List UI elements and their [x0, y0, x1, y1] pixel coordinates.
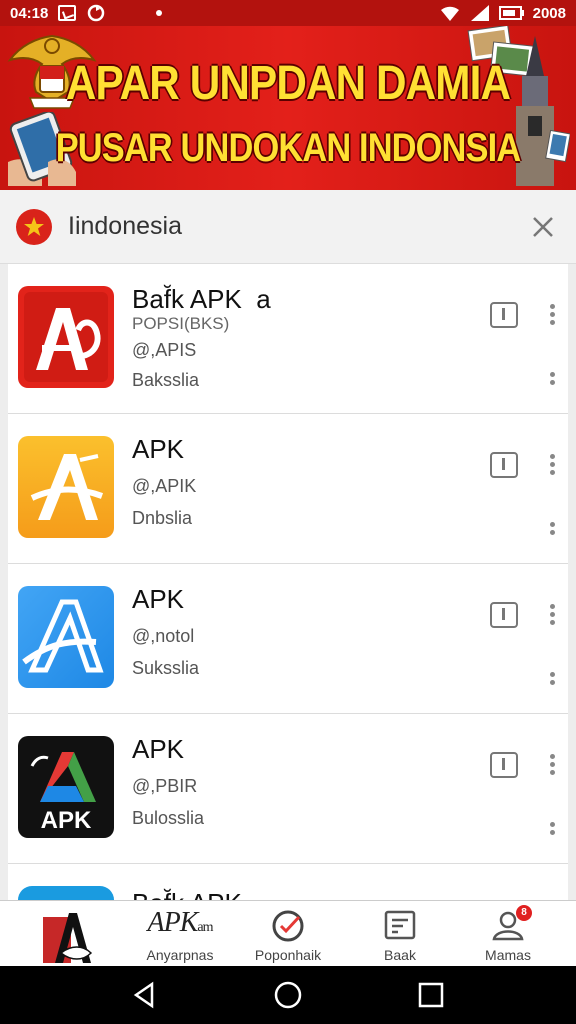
system-nav-bar — [0, 966, 576, 1024]
more-small-icon[interactable] — [548, 520, 556, 536]
more-small-icon[interactable] — [548, 820, 556, 836]
badge-check-icon — [272, 910, 304, 942]
nav-brand[interactable]: APKam Anyarpnas — [120, 901, 240, 967]
app-list: Baf̆k APK a POPSI(BKS) @,APIS Baksslia A… — [8, 264, 568, 900]
list-item[interactable]: APK APK @,PBIR Bulosslia — [8, 714, 568, 864]
more-options-icon[interactable] — [548, 452, 556, 476]
notification-icon — [58, 5, 77, 21]
nav-label: Baak — [384, 947, 416, 963]
app-icon — [18, 886, 114, 900]
app-developer: @,notol — [132, 626, 195, 646]
battery-icon — [498, 6, 524, 20]
nav-popular[interactable]: Poponhaik — [248, 901, 328, 967]
app-title: Baf̆k APK a — [132, 284, 271, 314]
more-options-icon[interactable] — [548, 752, 556, 776]
app-category: Baksslia — [132, 370, 200, 390]
app-category: Bulosslia — [132, 808, 205, 828]
app-title: Baf̆k APK — [132, 888, 242, 900]
app-category: Dnbslia — [132, 508, 193, 528]
download-icon[interactable] — [490, 602, 518, 628]
battery-text: 2008 — [532, 4, 566, 22]
download-icon[interactable] — [490, 452, 518, 478]
nav-account[interactable]: 8 Mamas — [466, 901, 550, 967]
close-icon[interactable] — [526, 210, 560, 244]
brand-wordmark: APKam — [147, 907, 214, 938]
bottom-nav: APKam Anyarpnas Poponhaik Baak 8 Mamas — [0, 900, 576, 966]
app-icon: APK — [18, 736, 114, 838]
more-options-icon[interactable] — [548, 302, 556, 326]
book-icon — [384, 910, 416, 940]
app-title: APK — [132, 734, 185, 764]
nav-label: Poponhaik — [254, 947, 322, 963]
banner-headline: APAR UNPDAN DAMIA — [65, 57, 511, 110]
status-time: 04:18 — [10, 4, 49, 22]
banner-subheadline: PUSAR UNDOKAN INDONSIA — [55, 126, 521, 170]
recents-icon[interactable] — [416, 980, 446, 1010]
more-small-icon[interactable] — [548, 670, 556, 686]
back-icon[interactable] — [130, 980, 160, 1010]
home-icon[interactable] — [273, 980, 303, 1010]
dot-icon — [156, 10, 163, 16]
promo-banner[interactable]: APAR UNPDAN DAMIA PUSAR UNDOKAN INDONSIA — [0, 26, 576, 190]
flag-icon — [16, 208, 52, 245]
list-item[interactable]: Baf̆k APK a POPSI(BKS) @,APIS Baksslia — [8, 264, 568, 414]
nav-book[interactable]: Baak — [360, 901, 440, 967]
nav-home[interactable] — [30, 901, 100, 967]
notification-badge: 8 — [516, 905, 532, 921]
app-icon — [18, 286, 114, 388]
app-developer: @,APIK — [132, 476, 197, 496]
status-bar: 04:18 2008 — [0, 0, 576, 26]
list-item[interactable]: APK @,notol Suksslia — [8, 564, 568, 714]
more-options-icon[interactable] — [548, 602, 556, 626]
app-icon — [18, 586, 114, 688]
country-label: Iindonesia — [68, 212, 182, 240]
download-icon[interactable] — [490, 302, 518, 328]
app-icon — [18, 436, 114, 538]
signal-icon — [470, 5, 489, 21]
apk-icon-text: APK — [41, 807, 92, 834]
app-developer: @,PBIR — [132, 776, 198, 796]
nav-label: Anyarpnas — [146, 947, 214, 963]
more-small-icon[interactable] — [548, 370, 556, 386]
app-subtitle: POPSI(BKS) — [132, 314, 230, 333]
country-bar: Iindonesia — [0, 190, 576, 264]
wifi-icon — [440, 6, 459, 21]
app-title: APK — [132, 434, 185, 464]
app-title: APK — [132, 584, 185, 614]
app-developer: @,APIS — [132, 340, 197, 360]
list-item[interactable]: APK @,APIK Dnbslia — [8, 414, 568, 564]
sync-icon — [88, 4, 105, 22]
app-category: Suksslia — [132, 658, 200, 678]
download-icon[interactable] — [490, 752, 518, 778]
nav-label: Mamas — [485, 947, 531, 963]
list-item[interactable]: Baf̆k APK — [8, 864, 568, 900]
apk-logo-icon — [43, 913, 93, 963]
